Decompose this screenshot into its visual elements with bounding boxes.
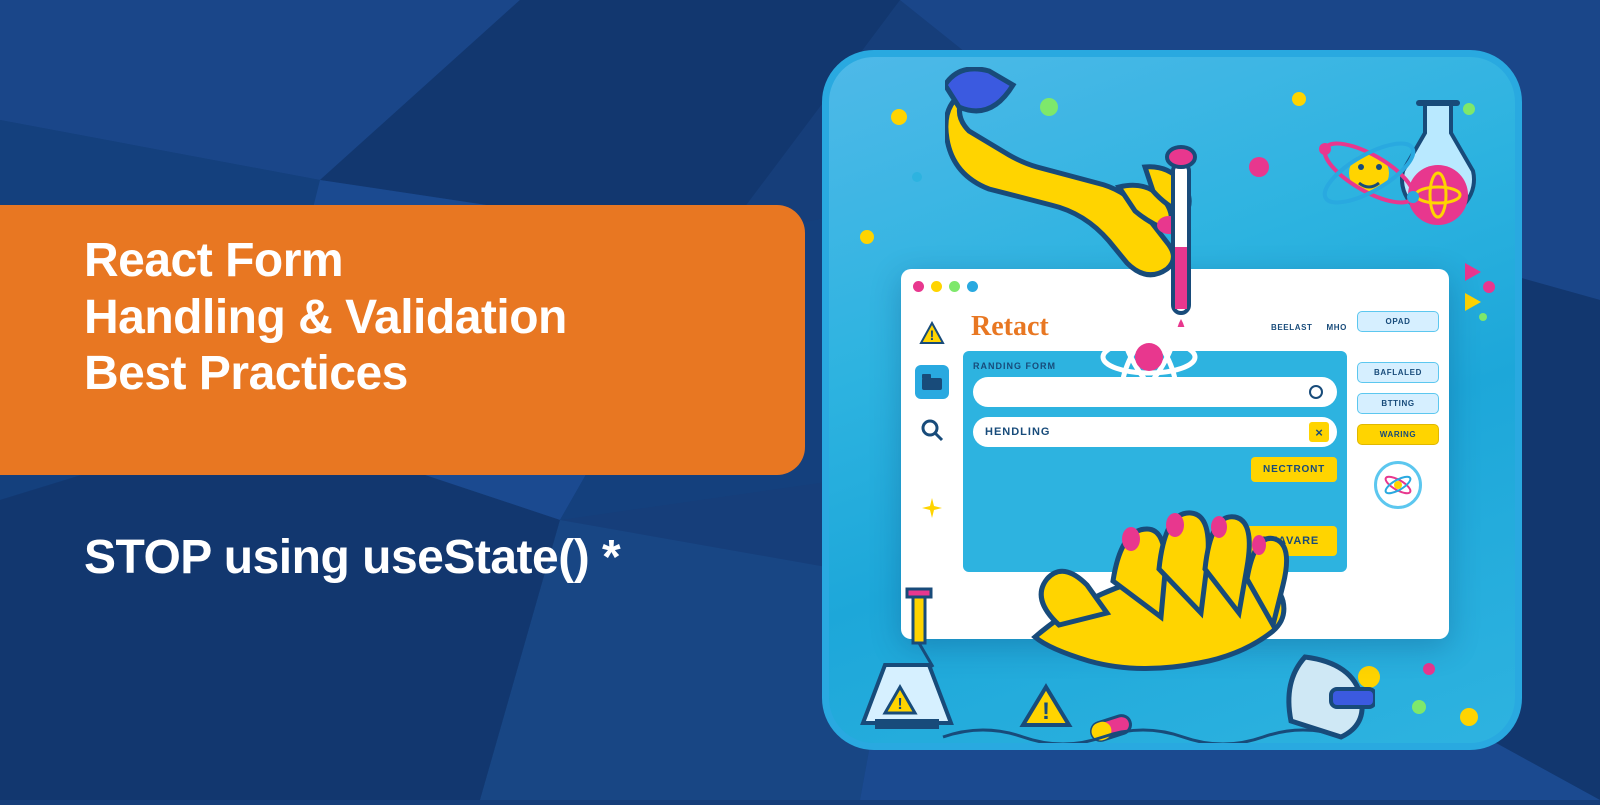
atom-icon [1309,113,1429,233]
clear-icon[interactable]: × [1309,422,1329,442]
title-line-3: Best Practices [84,347,408,400]
main-title: React Form Handling & Validation Best Pr… [84,233,765,403]
atom-badge-icon [1374,461,1422,509]
hand-top-icon [945,67,1225,327]
svg-text:!: ! [930,327,935,343]
input-value-text: HENDLING [985,426,1309,438]
text-input-filled[interactable]: HENDLING × [973,417,1337,447]
title-line-1: React Form [84,234,343,287]
subtitle: STOP using useState() * [84,530,620,585]
submit-button-small[interactable]: NECTRONT [1251,457,1337,482]
title-line-2: Handling & Validation [84,291,567,344]
svg-text:!: ! [897,696,902,713]
window-dot-close-icon [913,281,924,292]
search-icon [915,413,949,447]
hand-bottom-icon [975,497,1375,750]
right-tag-1: BAFLALED [1357,362,1439,383]
window-dot-min-icon [931,281,942,292]
right-tag-3: WARING [1357,424,1439,445]
title-card: React Form Handling & Validation Best Pr… [0,205,805,475]
warning-icon: ! [915,317,949,351]
top-tag-a: BEELAST [1271,323,1313,332]
right-tag-2: BTTING [1357,393,1439,414]
right-tag-top: OPAD [1357,311,1439,332]
top-tag-b: MHO [1327,323,1347,332]
sparkle-icon [915,491,949,525]
folder-icon [915,365,949,399]
illustration-card: ! Retact BEELAST [822,50,1522,750]
circle-icon [1309,385,1323,399]
play-icons [1461,257,1497,327]
